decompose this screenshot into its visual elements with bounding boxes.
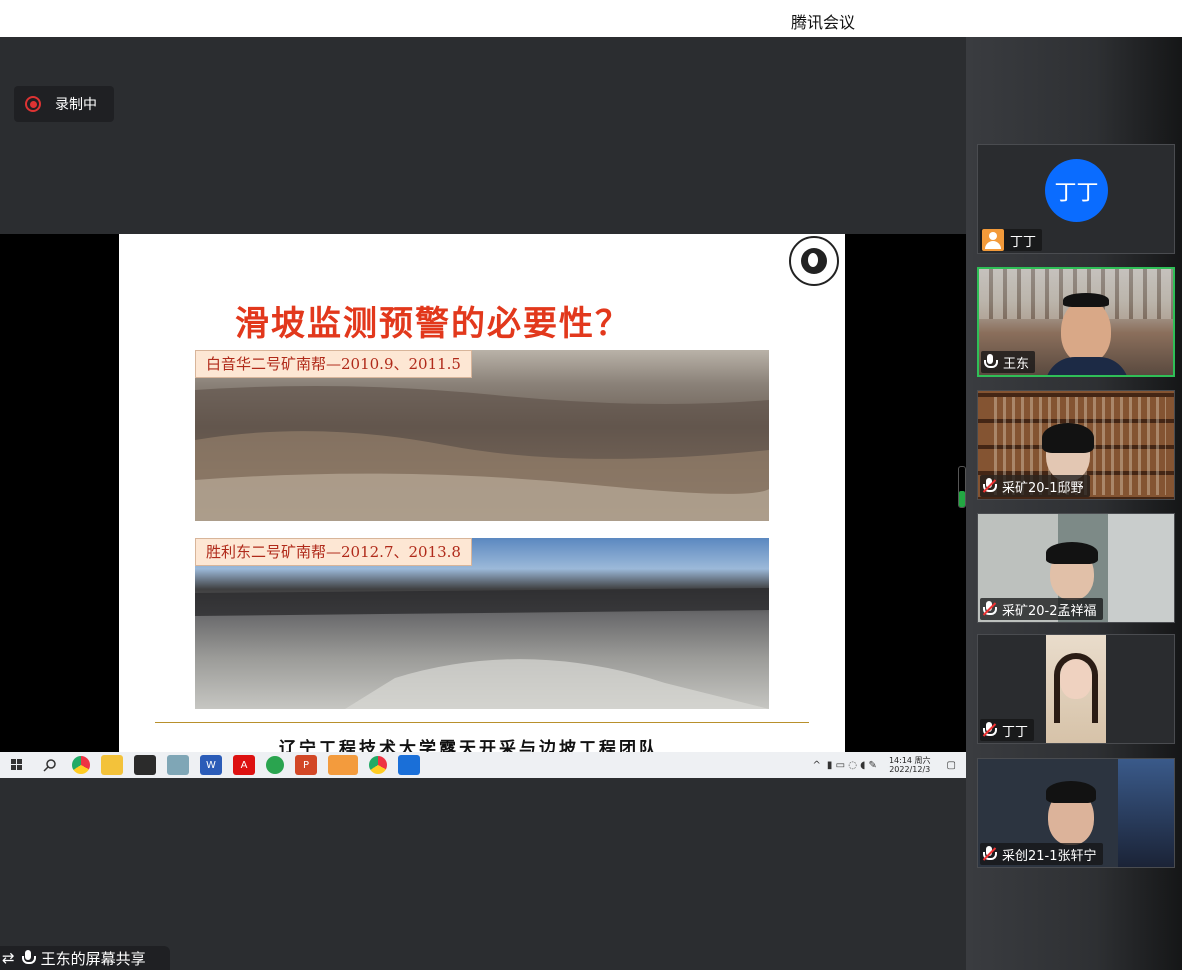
participant-name: 丁丁 [1010,234,1037,250]
photo-2-caption: 胜利东二号矿南帮—2012.7、2013.8 [195,538,472,566]
chrome-icon[interactable] [369,756,387,774]
slide-title: 滑坡监测预警的必要性？ [235,304,631,344]
acrobat-icon[interactable]: A [233,755,255,775]
participant-name-tag: 采矿20-2孟祥福 [980,598,1103,620]
participant-tile[interactable]: 采创21-1张轩宁 [977,758,1175,868]
taskbar-clock[interactable]: 14:14 周六 2022/12/3 [889,756,931,774]
participant-tile[interactable]: 采矿20-2孟祥福 [977,513,1175,623]
presentation-slide: 滑坡监测预警的必要性？ 白音华二号矿南帮—2010.9、2011.5 胜利东二号… [119,234,845,752]
record-icon [25,96,41,112]
screen-share-label[interactable]: ⇄ 王东的屏幕共享 [0,946,170,970]
chevron-up-icon[interactable]: ^ [813,760,821,771]
search-icon[interactable] [39,755,61,775]
participant-name-tag: 采矿20-1邸野 [980,475,1090,497]
notes-icon[interactable] [167,755,189,775]
file-explorer-icon[interactable] [101,755,123,775]
photo-1-caption: 白音华二号矿南帮—2010.9、2011.5 [195,350,472,378]
participant-name: 丁丁 [1002,724,1029,740]
recording-indicator[interactable]: 录制中 [14,86,114,122]
participant-name-tag: 采创21-1张轩宁 [980,843,1103,865]
participant-tile[interactable]: 采矿20-1邸野 [977,390,1175,500]
share-label-text: 王东的屏幕共享 [40,949,146,968]
app-icon[interactable] [398,755,420,775]
tray-icons[interactable]: ▮ ▭ ◌ ◖ ✎ [827,760,877,771]
sticky-notes-icon[interactable] [134,755,156,775]
participant-tile[interactable]: 丁丁 [977,634,1175,744]
participant-name-tag: 丁丁 [980,229,1043,251]
participant-name: 采矿20-1邸野 [1002,480,1084,496]
avatar: 丁丁 [1045,159,1108,222]
clock-time: 14:14 周六 [888,756,931,765]
title-bar: 腾讯会议 [0,0,1182,37]
word-icon[interactable]: W [200,755,222,775]
participant-tile[interactable]: 王东 [977,267,1175,377]
slide-footer: 辽宁工程技术大学露天开采与边坡工程团队 [279,739,659,752]
edge-icon[interactable] [266,756,284,774]
video-feed [1046,635,1106,743]
participant-tile[interactable]: 丁丁 丁丁 [977,144,1175,254]
mic-icon [21,950,36,966]
wechat-icon[interactable] [328,755,358,775]
mic-muted-icon [982,478,997,494]
mic-muted-icon [982,601,997,617]
mic-icon [983,354,998,370]
share-icon: ⇄ [2,949,15,967]
windows-icon[interactable] [6,755,28,775]
clock-date: 2022/12/3 [889,765,931,774]
participant-name: 采矿20-2孟祥福 [1002,603,1097,619]
scroll-indicator[interactable] [958,466,966,508]
mic-muted-icon [982,846,997,862]
participant-name-tag: 丁丁 [980,719,1035,741]
participant-name-tag: 王东 [981,351,1036,373]
shared-screen[interactable]: 滑坡监测预警的必要性？ 白音华二号矿南帮—2010.9、2011.5 胜利东二号… [0,234,966,778]
slide-divider [155,722,809,723]
slide-photo-1: 白音华二号矿南帮—2010.9、2011.5 [195,350,769,521]
slide-photo-2: 胜利东二号矿南帮—2012.7、2013.8 [195,538,769,709]
windows-taskbar: W A P ^ ▮ ▭ ◌ ◖ ✎ 14:14 周六 2022/12/3 ▢ [0,752,966,778]
user-icon [982,229,1004,251]
window-title: 腾讯会议 [791,13,856,32]
participant-name: 采创21-1张轩宁 [1002,848,1097,864]
mic-muted-icon [982,722,997,738]
chrome-icon[interactable] [72,756,90,774]
participant-name: 王东 [1003,356,1030,372]
recording-label: 录制中 [55,97,97,113]
powerpoint-icon[interactable]: P [295,755,317,775]
video-feed [1061,299,1111,363]
system-tray: ^ ▮ ▭ ◌ ◖ ✎ 14:14 周六 2022/12/3 ▢ [813,752,967,778]
notification-icon[interactable]: ▢ [947,760,956,771]
university-logo [789,236,839,286]
